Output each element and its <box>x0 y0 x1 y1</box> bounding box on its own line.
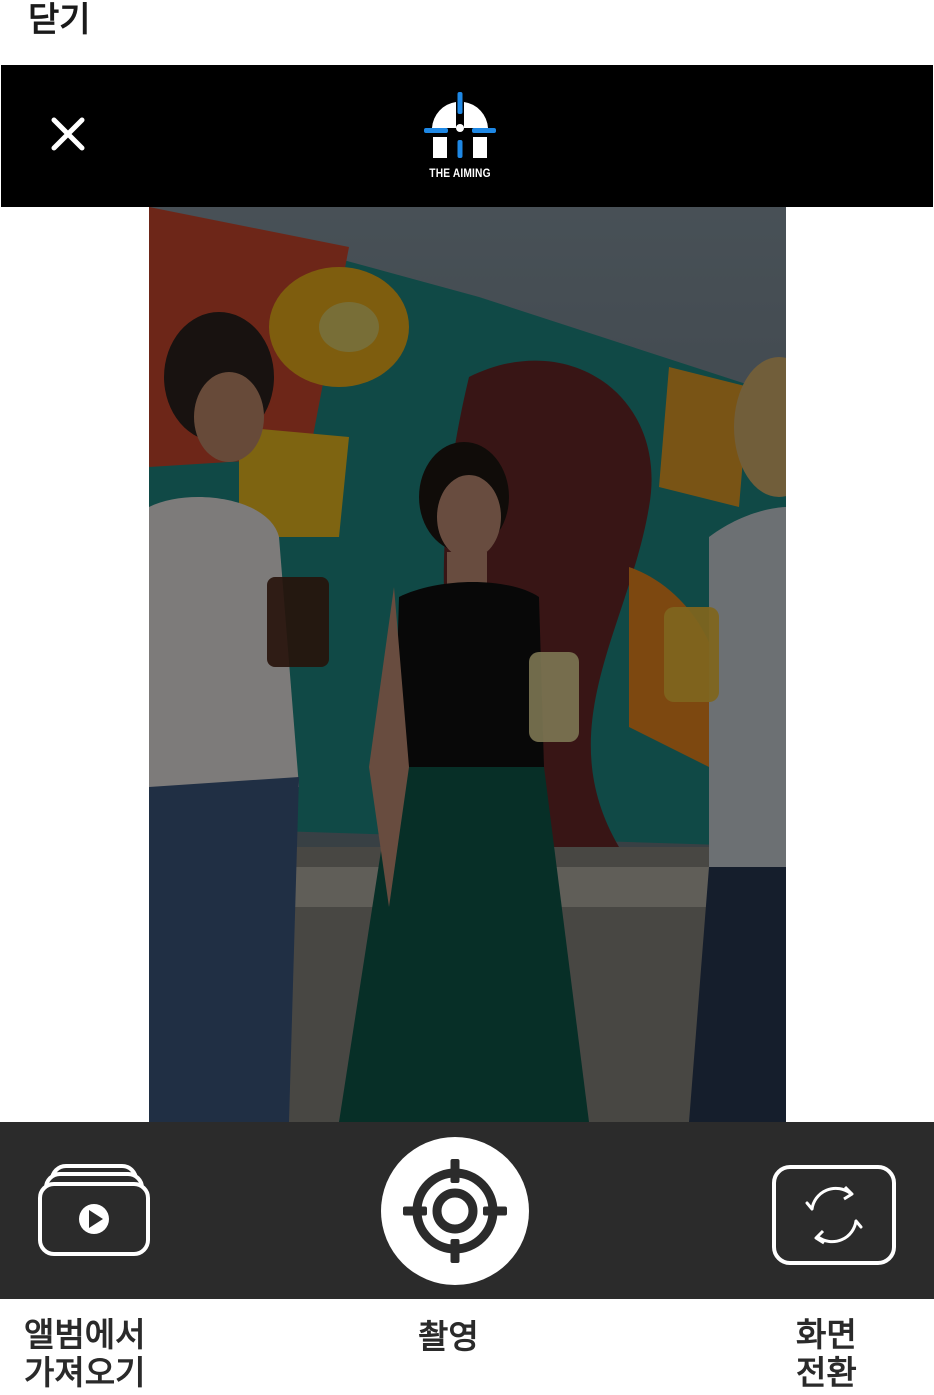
camera-preview <box>149 207 786 1122</box>
album-stack-play-icon <box>38 1164 150 1256</box>
shoot-button[interactable] <box>381 1137 529 1285</box>
camera-dim-overlay <box>149 207 786 1122</box>
album-import-button[interactable] <box>36 1162 152 1258</box>
camera-switch-button[interactable] <box>772 1165 896 1265</box>
switch-label-line2: 전환 <box>796 1353 857 1392</box>
switch-label: 화면 전환 <box>796 1316 857 1392</box>
logo-text: THE AIMING <box>429 166 491 180</box>
close-button[interactable] <box>46 112 90 156</box>
album-label-line2: 가져오기 <box>24 1353 146 1392</box>
album-label-line1: 앨범에서 <box>24 1315 146 1354</box>
close-icon <box>51 117 85 151</box>
album-import-label: 앨범에서 가져오기 <box>24 1316 145 1392</box>
shoot-label: 촬영 <box>418 1317 479 1356</box>
close-text-button[interactable]: 닫기 <box>28 0 91 40</box>
switch-label-line1: 화면 <box>796 1315 857 1354</box>
camera-switch-icon <box>805 1185 863 1245</box>
crosshair-target-icon <box>403 1159 507 1263</box>
